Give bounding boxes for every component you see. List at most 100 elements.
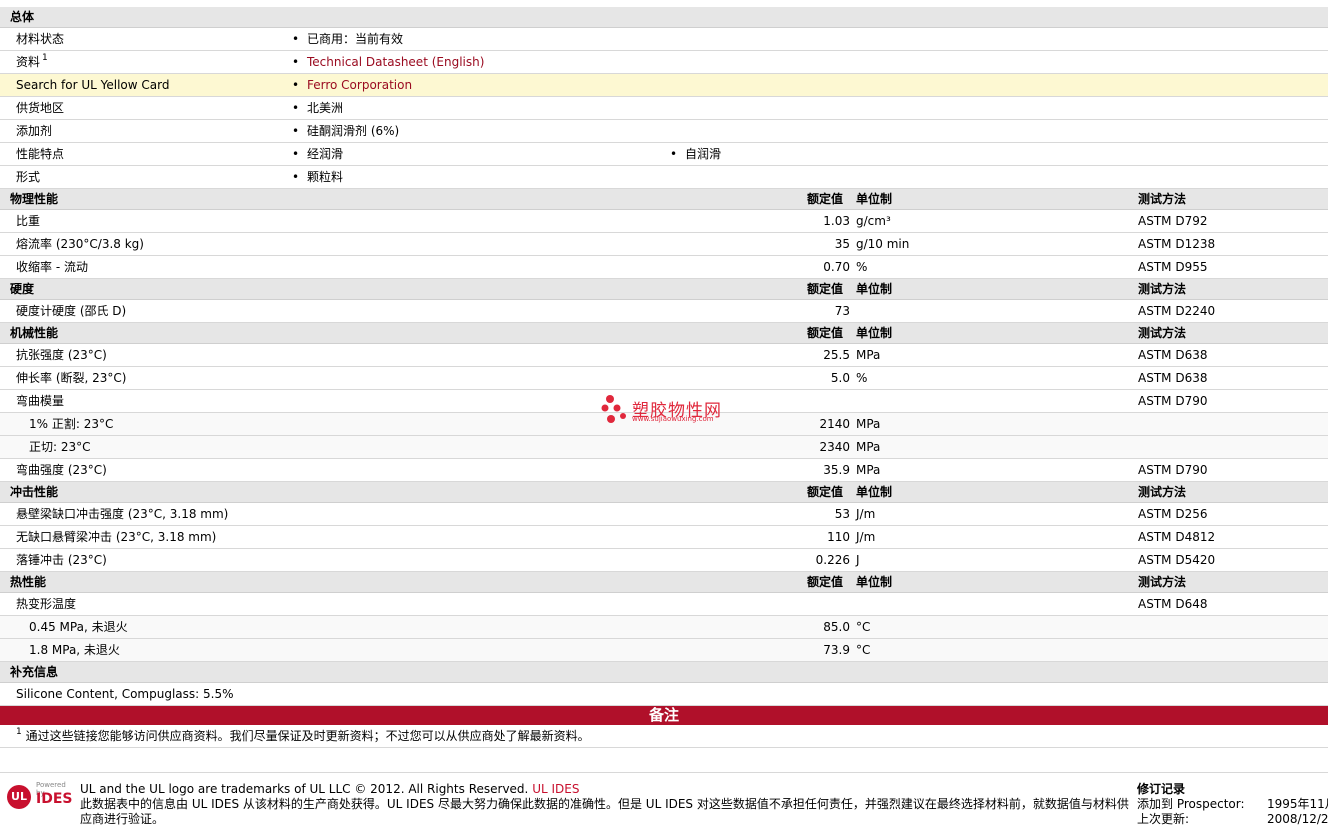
test-method: ASTM D638 — [1138, 348, 1208, 362]
footer: UL Powered by IDES UL and the UL logo ar… — [0, 773, 1328, 833]
supplementary-text: Silicone Content, Compuglass: 5.5% — [16, 687, 234, 701]
general-row: 供货地区 北美洲 — [0, 97, 1328, 120]
property-value: 北美洲 — [292, 97, 343, 119]
test-method: ASTM D955 — [1138, 260, 1208, 274]
rated-header: 额定值 — [807, 575, 844, 589]
rated-header: 额定值 — [807, 192, 844, 206]
disclaimer-text: 此数据表中的信息由 UL IDES 从该材料的生产商处获得。UL IDES 尽最… — [80, 797, 1129, 826]
table-row: 热变形温度 ASTM D648 — [0, 593, 1328, 616]
property-label: 0.45 MPa, 未退火 — [29, 620, 128, 634]
section-header: 冲击性能 额定值 单位制 测试方法 — [0, 482, 1328, 503]
unit-header: 单位制 — [856, 326, 893, 340]
test-method: ASTM D792 — [1138, 214, 1208, 228]
test-header: 测试方法 — [1138, 282, 1187, 296]
ul-ides-link[interactable]: UL IDES — [532, 782, 579, 796]
property-label-text: 添加剂 — [16, 124, 53, 138]
revision-history: 修订记录 添加到 Prospector:1995年11月 上次更新:2008/1… — [1137, 782, 1328, 827]
ul-ides-logo[interactable]: UL Powered by IDES — [7, 781, 73, 811]
unit-value: MPa — [856, 348, 881, 362]
property-label: 热变形温度 — [16, 597, 77, 611]
property-value: Ferro Corporation — [292, 74, 412, 96]
property-value-text: 自润滑 — [685, 147, 722, 161]
unit-header: 单位制 — [856, 485, 893, 499]
footer-text: UL and the UL logo are trademarks of UL … — [80, 782, 1130, 827]
unit-header: 单位制 — [856, 192, 893, 206]
notes-banner: 备注 — [0, 706, 1328, 725]
footnote: 1 通过这些链接您能够访问供应商资料。我们尽量保证及时更新资料；不过您可以从供应… — [14, 725, 590, 747]
test-method: ASTM D790 — [1138, 394, 1208, 408]
property-sections: 物理性能 额定值 单位制 测试方法 比重 1.03 g/cm³ ASTM D792 熔流率 (2… — [0, 189, 1328, 662]
section-header: 机械性能 额定值 单位制 测试方法 — [0, 323, 1328, 344]
table-row: 收缩率 - 流动 0.70% ASTM D955 — [0, 256, 1328, 279]
general-row: 添加剂 硅酮润滑剂 (6%) — [0, 120, 1328, 143]
property-value-text: 已商用：当前有效 — [307, 32, 404, 46]
property-value: 自润滑 — [670, 143, 721, 165]
ul-logo-icon: UL — [7, 785, 31, 809]
unit-value: MPa — [856, 417, 881, 431]
property-label: 添加剂 — [16, 120, 52, 142]
property-label: 落锤冲击 (23°C) — [16, 553, 107, 567]
rated-value: 0.70 — [823, 260, 850, 274]
table-row: 硬度计硬度 (邵氏 D) 73 ASTM D2240 — [0, 300, 1328, 323]
table-row: 落锤冲击 (23°C) 0.226 J ASTM D5420 — [0, 549, 1328, 572]
section-title: 机械性能 — [10, 326, 59, 340]
property-value: 已商用：当前有效 — [292, 28, 403, 50]
property-label: 形式 — [16, 166, 40, 188]
spacer — [0, 748, 1328, 773]
property-label: 硬度计硬度 (邵氏 D) — [16, 304, 127, 318]
property-label-text: 材料状态 — [16, 32, 65, 46]
general-row: 资料1 Technical Datasheet (English) — [0, 51, 1328, 74]
table-row: 抗张强度 (23°C) 25.5 MPa ASTM D638 — [0, 344, 1328, 367]
supplementary-header: 补充信息 — [0, 662, 1328, 683]
property-label: 无缺口悬臂梁冲击 (23°C, 3.18 mm) — [16, 530, 217, 544]
test-method: ASTM D4812 — [1138, 530, 1216, 544]
property-label: 弯曲模量 — [16, 394, 65, 408]
rated-value: 73 — [834, 304, 850, 318]
test-header: 测试方法 — [1138, 575, 1187, 589]
section-header: 硬度 额定值 单位制 测试方法 — [0, 279, 1328, 300]
property-value-text: 北美洲 — [307, 101, 344, 115]
property-label: 比重 — [16, 214, 41, 228]
rated-value: 73.9 — [823, 643, 850, 657]
unit-value: % — [856, 260, 868, 274]
property-label-text: 资料 — [16, 55, 41, 69]
property-label: 正切: 23°C — [29, 440, 91, 454]
logo-ides-text: IDES — [36, 791, 73, 807]
table-row: 正切: 23°C 2340 MPa — [0, 436, 1328, 459]
property-link[interactable]: Ferro Corporation — [307, 78, 412, 92]
rated-value: 53 — [834, 507, 850, 521]
property-label-text: 性能特点 — [16, 147, 65, 161]
test-method: ASTM D790 — [1138, 463, 1208, 477]
property-value-text: 经润滑 — [307, 147, 344, 161]
property-label: 抗张强度 (23°C) — [16, 348, 107, 362]
property-label[interactable]: Search for UL Yellow Card — [16, 74, 169, 96]
test-header: 测试方法 — [1138, 326, 1187, 340]
table-row: 弯曲模量 ASTM D790 — [0, 390, 1328, 413]
table-row: 1% 正割: 23°C 2140 MPa — [0, 413, 1328, 436]
table-row: 0.45 MPa, 未退火 85.0 °C — [0, 616, 1328, 639]
section-title: 补充信息 — [10, 665, 59, 679]
property-label: 熔流率 (230°C/3.8 kg) — [16, 237, 144, 251]
property-value: 颗粒料 — [292, 166, 343, 188]
rated-value: 35.9 — [823, 463, 850, 477]
unit-value: g/10 min — [856, 237, 910, 251]
rated-header: 额定值 — [807, 282, 844, 296]
property-value: 经润滑 — [292, 143, 343, 165]
unit-header: 单位制 — [856, 575, 893, 589]
table-row: 1.8 MPa, 未退火 73.9 °C — [0, 639, 1328, 662]
unit-value: % — [856, 371, 868, 385]
property-label-text: 形式 — [16, 170, 41, 184]
property-value-text: 硅酮润滑剂 (6%) — [307, 124, 400, 138]
section-title: 冲击性能 — [10, 485, 59, 499]
property-link[interactable]: Technical Datasheet (English) — [307, 55, 484, 69]
rated-value: 1.03 — [823, 214, 850, 228]
test-header: 测试方法 — [1138, 192, 1187, 206]
rated-value: 25.5 — [823, 348, 850, 362]
added-label: 添加到 Prospector: — [1137, 797, 1245, 811]
property-label: 伸长率 (断裂, 23°C) — [16, 371, 127, 385]
section-header: 物理性能 额定值 单位制 测试方法 — [0, 189, 1328, 210]
property-label: 1% 正割: 23°C — [29, 417, 114, 431]
rated-value: 85.0 — [823, 620, 850, 634]
unit-value: J — [856, 553, 860, 567]
property-value-text: 颗粒料 — [307, 170, 344, 184]
